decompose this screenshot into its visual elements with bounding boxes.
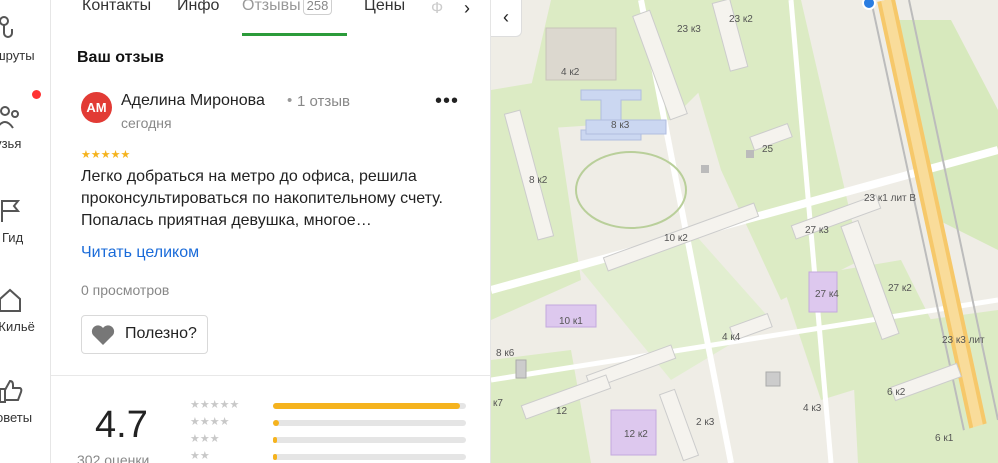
place-card-panel: Контакты Инфо Отзывы 258 Цены Ф › Ваш отз…: [51, 0, 491, 463]
rating-bar-fill: [273, 403, 461, 409]
sidebar-item-guide[interactable]: Гид: [0, 196, 50, 276]
notification-dot: [32, 90, 41, 99]
views-count: 0 просмотров: [81, 282, 170, 298]
divider: [51, 375, 490, 376]
rating-row-5: ★★★★★: [190, 398, 480, 414]
sidebar-item-housing[interactable]: Жильё: [0, 285, 50, 365]
avatar[interactable]: АМ: [81, 92, 112, 123]
map-label: 8 к2: [529, 175, 548, 186]
sidebar-item-label: рузья: [0, 136, 22, 151]
map-label: 23 к3 лит: [942, 335, 985, 346]
map-label: 27 к4: [815, 289, 839, 300]
rating-bar-fill: [273, 420, 279, 426]
sidebar-item-label: Жильё: [0, 319, 35, 334]
map-label: 10 к1: [559, 316, 583, 327]
sidebar-item-label: оветы: [0, 410, 33, 425]
thumbs-up-icon: [0, 379, 23, 403]
map-label: 4 к4: [722, 332, 741, 343]
tab-reviews[interactable]: Отзывы 258: [242, 0, 333, 15]
routes-icon: [0, 16, 13, 38]
map-label: к7: [493, 398, 503, 409]
average-rating: 4.7: [95, 404, 148, 446]
map-label: 25: [762, 144, 774, 155]
rating-bar-track: [273, 420, 466, 426]
rating-row-stars: ★★★★★: [190, 399, 240, 411]
separator-dot: •: [287, 92, 293, 109]
review-text: Легко добраться на метро до офиса, решил…: [81, 168, 443, 229]
review-date: сегодня: [121, 115, 172, 131]
map-label: 27 к3: [805, 225, 829, 236]
map-label: 12 к2: [624, 429, 648, 440]
rating-row-stars: ★★★: [190, 433, 220, 445]
author-review-count: 1 отзыв: [297, 93, 351, 110]
ratings-count: 302 оценки: [77, 452, 150, 463]
rating-bar-fill: [273, 437, 277, 443]
heart-icon: [91, 325, 115, 345]
sidebar-item-tips[interactable]: оветы: [0, 376, 50, 456]
tab-contacts[interactable]: Контакты: [82, 0, 151, 15]
friends-icon: [0, 106, 19, 129]
chevron-left-icon[interactable]: ‹: [491, 0, 522, 37]
map-label: 4 к2: [561, 67, 580, 78]
rating-row-3: ★★★: [190, 432, 480, 448]
rating-row-stars: ★★: [190, 450, 210, 462]
read-more-link[interactable]: Читать целиком: [81, 244, 199, 262]
reviews-count-badge: 258: [302, 0, 333, 15]
tab-bar: Контакты Инфо Отзывы 258 Цены Ф ›: [51, 0, 490, 36]
section-title: Ваш отзыв: [77, 49, 164, 66]
review-author-name[interactable]: Аделина Миронова: [121, 92, 265, 110]
tab-prices[interactable]: Цены: [364, 0, 405, 15]
tab-reviews-label: Отзывы: [242, 0, 301, 14]
map-label: 23 к3: [677, 24, 701, 35]
map-label: 10 к2: [664, 233, 688, 244]
map-label: 2 к3: [696, 417, 715, 428]
helpful-label: Полезно?: [125, 325, 197, 342]
map-label: 23 к2: [729, 14, 753, 25]
map-view[interactable]: 23 к3 23 к2 4 к2 8 к3 25 8 к2 23 к1 лит …: [491, 0, 998, 463]
map-label: 6 к2: [887, 387, 906, 398]
rating-row-2: ★★: [190, 449, 480, 463]
map-canvas[interactable]: 23 к3 23 к2 4 к2 8 к3 25 8 к2 23 к1 лит …: [491, 0, 998, 463]
sidebar-item-friends[interactable]: рузья: [0, 102, 50, 182]
tab-photos-partial[interactable]: Ф: [431, 0, 455, 20]
rating-row-stars: ★★★★: [190, 416, 230, 428]
house-icon: [0, 288, 21, 312]
map-label: 12: [556, 406, 568, 417]
review-rating-stars: ★★★★★: [81, 149, 131, 161]
sidebar-item-label: ршруты: [0, 48, 35, 63]
map-label: 8 к6: [496, 348, 515, 359]
sidebar-item-label: Гид: [2, 230, 24, 245]
active-tab-indicator: [242, 33, 347, 36]
helpful-button[interactable]: Полезно?: [81, 315, 208, 354]
map-label: 6 к1: [935, 433, 954, 444]
left-sidebar: ршруты рузья Гид Жильё оветы: [0, 0, 51, 463]
rating-bar-track: [273, 437, 466, 443]
tab-info[interactable]: Инфо: [177, 0, 219, 15]
rating-row-4: ★★★★: [190, 415, 480, 431]
chevron-right-icon[interactable]: ›: [455, 0, 479, 20]
map-label: 4 к3: [803, 403, 822, 414]
map-label: 27 к2: [888, 283, 912, 294]
rating-bar-track: [273, 454, 466, 460]
map-label: 8 к3: [611, 120, 630, 131]
more-options-icon[interactable]: •••: [435, 91, 459, 114]
map-label: 23 к1 лит В: [864, 193, 916, 204]
rating-bar-track: [273, 403, 466, 409]
sidebar-item-routes[interactable]: ршруты: [0, 14, 50, 94]
flag-icon: [1, 200, 21, 222]
rating-bar-fill: [273, 454, 277, 460]
